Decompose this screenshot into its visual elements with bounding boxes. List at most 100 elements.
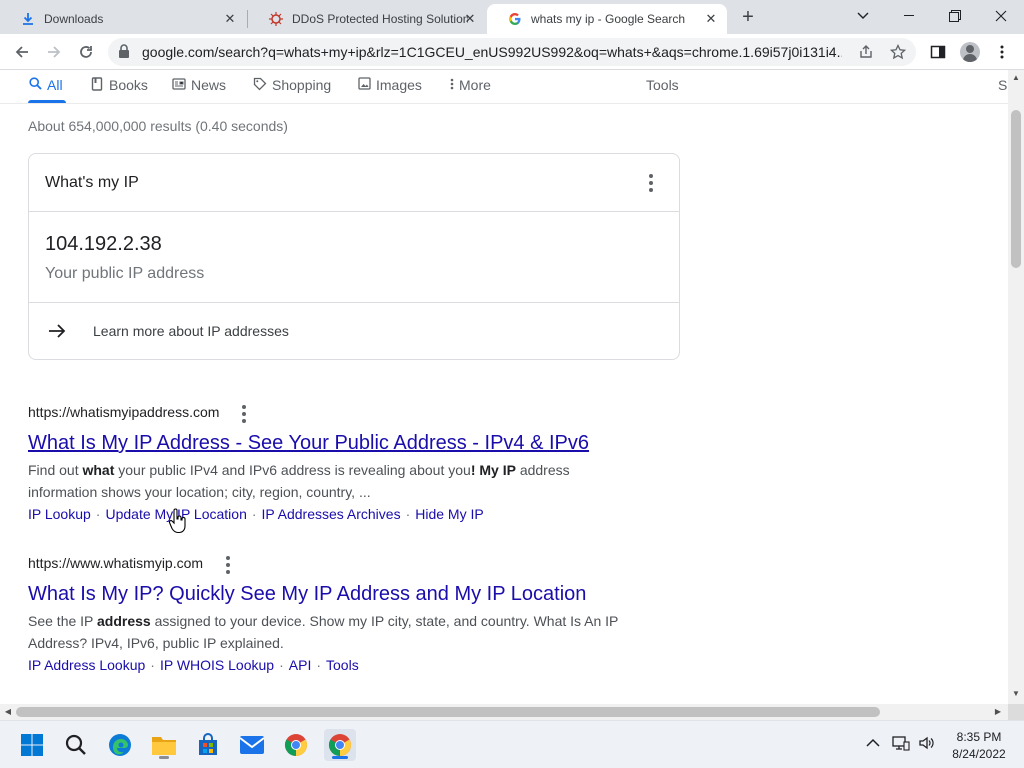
url-text[interactable]: google.com/search?q=whats+my+ip&rlz=1C1G…	[142, 44, 842, 60]
horizontal-scrollbar[interactable]: ◀ ▶	[0, 704, 1008, 720]
sitelink[interactable]: IP Addresses Archives	[262, 506, 401, 522]
tab-google-search[interactable]: whats my ip - Google Search ✕	[487, 4, 727, 34]
sitelink[interactable]: API	[289, 657, 312, 673]
search-results-page: All Books News Shopping Images More Tool…	[0, 70, 1008, 704]
chrome-icon[interactable]	[280, 729, 312, 761]
tab-downloads[interactable]: Downloads ✕	[0, 4, 246, 34]
system-clock[interactable]: 8:35 PM 8/24/2022	[944, 729, 1014, 763]
active-tab-indicator	[28, 100, 66, 103]
scroll-right-icon[interactable]: ▶	[994, 708, 1002, 716]
lock-icon[interactable]	[118, 44, 132, 60]
chrome-menu-icon[interactable]	[990, 40, 1014, 64]
close-tab-icon[interactable]: ✕	[462, 11, 478, 27]
sitelinks: IP Address Lookup · IP WHOIS Lookup · API · To…	[28, 657, 359, 673]
tab-shopping[interactable]: Shopping	[253, 73, 331, 97]
minimize-button[interactable]	[886, 2, 932, 30]
chrome-icon[interactable]	[324, 729, 356, 761]
download-icon	[20, 11, 36, 27]
close-window-button[interactable]	[978, 2, 1024, 30]
browser-chrome: Downloads ✕ DDoS Protected Hosting Solut…	[0, 0, 1024, 70]
store-icon[interactable]	[192, 729, 224, 761]
scrollbar-corner	[1008, 704, 1024, 720]
tab-search-chevron-icon[interactable]	[840, 2, 886, 30]
result-title-link[interactable]: What Is My IP? Quickly See My IP Address…	[28, 583, 586, 606]
sitelink[interactable]: Tools	[326, 657, 359, 673]
tools-button[interactable]: Tools	[646, 73, 679, 97]
site-favicon	[268, 11, 284, 27]
clock-date: 8/24/2022	[952, 747, 1006, 761]
search-icon[interactable]	[60, 729, 92, 761]
reload-button[interactable]	[74, 40, 98, 64]
restore-button[interactable]	[932, 2, 978, 30]
search-result: https://whatismyipaddress.com What Is My…	[28, 404, 648, 524]
tab-more[interactable]: More	[448, 73, 491, 97]
result-menu-icon[interactable]	[220, 555, 236, 575]
tag-icon	[253, 77, 267, 94]
tab-strip: Downloads ✕ DDoS Protected Hosting Solut…	[0, 0, 1024, 34]
clock-time: 8:35 PM	[956, 730, 1002, 744]
tab-books[interactable]: Books	[90, 73, 148, 97]
result-url[interactable]: https://whatismyipaddress.com	[28, 404, 219, 420]
taskbar: 8:35 PM 8/24/2022	[0, 720, 1024, 768]
card-menu-icon[interactable]	[643, 173, 659, 193]
back-button[interactable]	[10, 40, 34, 64]
tab-news[interactable]: News	[172, 73, 226, 97]
sitelink[interactable]: IP Address Lookup	[28, 657, 145, 673]
result-menu-icon[interactable]	[236, 404, 252, 424]
scroll-down-icon[interactable]: ▼	[1012, 690, 1020, 698]
close-tab-icon[interactable]: ✕	[222, 11, 238, 27]
search-result: https://www.whatismyip.com What Is My IP…	[28, 555, 648, 675]
search-tabs-bar: All Books News Shopping Images More Tool…	[0, 70, 1008, 104]
tab-ddos-hosting[interactable]: DDoS Protected Hosting Solution ✕	[248, 4, 486, 34]
profile-avatar[interactable]	[958, 40, 982, 64]
learn-more-link[interactable]: Learn more about IP addresses	[93, 323, 289, 339]
mail-icon[interactable]	[236, 729, 268, 761]
chevron-up-icon[interactable]	[866, 735, 880, 751]
running-indicator	[159, 756, 169, 759]
file-explorer-icon[interactable]	[148, 729, 180, 761]
more-vert-icon	[448, 78, 456, 93]
result-title-link[interactable]: What Is My IP Address - See Your Public …	[28, 432, 589, 455]
sitelinks: IP Lookup · Update My IP Location · IP Addre…	[28, 506, 484, 522]
vertical-scroll-thumb[interactable]	[1011, 110, 1021, 268]
windows-start-icon[interactable]	[16, 729, 48, 761]
vertical-scrollbar[interactable]: ▲ ▼	[1008, 70, 1024, 704]
close-tab-icon[interactable]: ✕	[703, 11, 719, 27]
horizontal-scroll-thumb[interactable]	[16, 707, 880, 717]
ip-address-caption: Your public IP address	[45, 265, 205, 282]
ip-answer-card: What's my IP 104.192.2.38 Your public IP…	[28, 153, 680, 360]
result-snippet: See the IP address assigned to your devi…	[28, 613, 619, 651]
tab-all[interactable]: All	[28, 73, 63, 97]
sitelink[interactable]: Hide My IP	[415, 506, 483, 522]
side-panel-icon[interactable]	[926, 40, 950, 64]
scroll-up-icon[interactable]: ▲	[1012, 74, 1020, 82]
hand-cursor-icon	[168, 508, 188, 534]
address-bar[interactable]: google.com/search?q=whats+my+ip&rlz=1C1G…	[108, 38, 916, 66]
avatar	[960, 42, 980, 62]
book-icon	[90, 76, 104, 94]
learn-more-row[interactable]: Learn more about IP addresses	[29, 302, 679, 360]
bookmark-star-icon[interactable]	[888, 42, 908, 62]
google-icon	[507, 11, 523, 27]
network-icon[interactable]	[892, 735, 910, 754]
ip-address-value: 104.192.2.38	[45, 233, 162, 255]
result-stats: About 654,000,000 results (0.40 seconds)	[28, 118, 288, 134]
edge-browser-icon[interactable]	[104, 729, 136, 761]
sitelink[interactable]: IP Lookup	[28, 506, 91, 522]
result-url[interactable]: https://www.whatismyip.com	[28, 555, 203, 571]
volume-icon[interactable]	[918, 735, 936, 754]
tab-overflow-cut[interactable]: S	[998, 73, 1007, 97]
result-snippet: Find out what your public IPv4 and IPv6 …	[28, 462, 570, 500]
ip-card-header: What's my IP	[29, 154, 679, 212]
sitelink[interactable]: IP WHOIS Lookup	[160, 657, 274, 673]
tab-images[interactable]: Images	[357, 73, 422, 97]
scroll-left-icon[interactable]: ◀	[4, 708, 12, 716]
arrow-right-icon	[47, 321, 67, 341]
search-icon	[28, 77, 42, 93]
browser-toolbar: google.com/search?q=whats+my+ip&rlz=1C1G…	[0, 34, 1024, 70]
new-tab-button[interactable]: +	[737, 6, 759, 28]
share-icon[interactable]	[856, 42, 876, 62]
image-icon	[357, 77, 371, 93]
news-icon	[172, 77, 186, 93]
forward-button[interactable]	[42, 40, 66, 64]
